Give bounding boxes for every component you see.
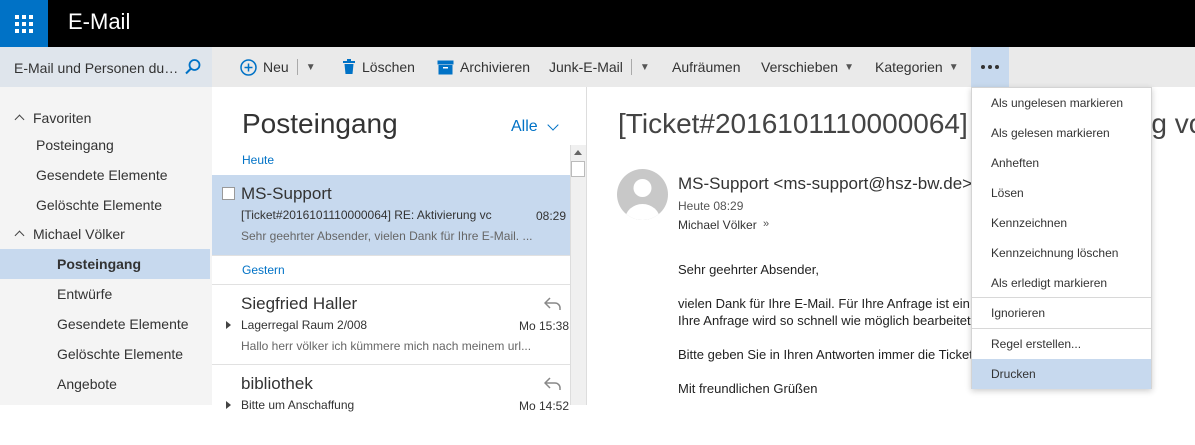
recipient[interactable]: Michael Völker — [678, 218, 757, 232]
chevron-up-icon — [14, 230, 25, 241]
scrollbar-thumb[interactable] — [571, 161, 585, 177]
message-sender: bibliothek — [241, 374, 313, 393]
search-box[interactable]: E-Mail und Personen durchsuchen — [0, 47, 212, 87]
folder-label: Gelöschte Elemente — [57, 346, 184, 362]
folder-label: Entwürfe — [57, 286, 113, 302]
move-button[interactable]: Verschieben ▼ — [761, 47, 854, 87]
folder-item-offers[interactable]: Angebote — [0, 369, 210, 399]
app-title: E-Mail — [68, 9, 131, 34]
menu-item-flag[interactable]: Kennzeichnen — [972, 208, 1151, 238]
account-label: Michael Völker — [33, 226, 125, 242]
scroll-up-arrow[interactable] — [574, 150, 582, 155]
plus-circle-icon — [240, 58, 257, 76]
message-subject: Lagerregal Raum 2/008 — [241, 318, 368, 332]
message-time: Mo 14:52 — [519, 399, 570, 413]
avatar — [617, 169, 668, 220]
account-header[interactable]: Michael Völker — [0, 219, 210, 249]
search-input[interactable]: E-Mail und Personen durchsuchen — [14, 60, 180, 76]
message-subject: Bitte um Anschaffung — [241, 398, 355, 412]
reply-icon — [544, 377, 561, 390]
chevron-up-icon — [14, 114, 25, 125]
menu-item-create-rule[interactable]: Regel erstellen... — [972, 329, 1151, 359]
folder-label: Gesendete Elemente — [36, 167, 168, 183]
folder-item-sent[interactable]: Gesendete Elemente — [0, 309, 210, 339]
sweep-label: Aufräumen — [672, 59, 741, 75]
favorite-item-inbox[interactable]: Posteingang — [0, 130, 210, 160]
ellipsis-icon — [981, 65, 985, 69]
chevron-down-icon: ▼ — [844, 61, 854, 73]
menu-item-unpin[interactable]: Lösen — [972, 178, 1151, 208]
folder-label: Gelöschte Elemente — [36, 197, 163, 213]
chevron-down-icon[interactable]: ▼ — [306, 62, 316, 73]
select-checkbox[interactable] — [222, 187, 235, 200]
junk-label: Junk-E-Mail — [549, 59, 623, 75]
folder-item-deleted[interactable]: Gelöschte Elemente — [0, 339, 210, 369]
expand-thread-icon[interactable] — [226, 401, 231, 409]
categories-button[interactable]: Kategorien ▼ — [875, 47, 959, 87]
folder-label: Posteingang — [36, 137, 114, 153]
favorite-item-sent[interactable]: Gesendete Elemente — [0, 160, 210, 190]
scrollbar[interactable] — [570, 145, 586, 405]
favorites-label: Favoriten — [33, 110, 92, 126]
expand-recipients-icon[interactable]: » — [763, 218, 769, 230]
group-header-yesterday: Gestern — [242, 263, 285, 277]
delete-label: Löschen — [362, 59, 415, 75]
menu-item-print[interactable]: Drucken — [972, 359, 1151, 389]
menu-item-ignore[interactable]: Ignorieren — [972, 298, 1151, 328]
message-date: Heute 08:29 — [678, 199, 744, 213]
message-sender: Siegfried Haller — [241, 294, 358, 313]
junk-button[interactable]: Junk-E-Mail ▼ — [549, 47, 650, 87]
search-icon[interactable] — [184, 58, 202, 76]
folder-item-inbox[interactable]: Posteingang — [0, 249, 210, 279]
person-icon — [625, 179, 660, 220]
top-bar — [0, 0, 1195, 47]
filter-dropdown[interactable]: Alle — [511, 118, 538, 136]
message-preview: Sehr geehrter Absender, vielen Dank für … — [241, 229, 533, 243]
divider — [212, 255, 570, 256]
message-subject: [Ticket#2016101110000064] RE: Aktivierun… — [241, 208, 492, 222]
favorite-item-deleted[interactable]: Gelöschte Elemente — [0, 190, 210, 220]
chevron-down-icon: ▼ — [948, 61, 959, 73]
menu-item-pin[interactable]: Anheften — [972, 148, 1151, 178]
move-label: Verschieben — [761, 59, 839, 75]
reply-icon — [544, 297, 561, 310]
more-actions-button[interactable] — [971, 47, 1009, 87]
categories-label: Kategorien — [875, 59, 943, 75]
sender-address[interactable]: MS-Support <ms-support@hsz-bw.de> — [678, 174, 978, 194]
folder-item-drafts[interactable]: Entwürfe — [0, 279, 210, 309]
menu-item-mark-complete[interactable]: Als erledigt markieren — [972, 268, 1151, 298]
new-button[interactable]: Neu ▼ — [240, 47, 316, 87]
group-header-today: Heute — [242, 153, 275, 167]
sweep-button[interactable]: Aufräumen — [672, 47, 740, 87]
folder-label: Posteingang — [57, 256, 142, 272]
archive-label: Archivieren — [460, 59, 531, 75]
menu-item-mark-read[interactable]: Als gelesen markieren — [972, 118, 1151, 148]
delete-button[interactable]: Löschen — [342, 47, 415, 87]
expand-thread-icon[interactable] — [226, 321, 231, 329]
chevron-down-icon[interactable]: ▼ — [640, 62, 650, 73]
archive-icon — [437, 60, 454, 74]
menu-item-clear-flag[interactable]: Kennzeichnung löschen — [972, 238, 1151, 268]
app-launcher-icon[interactable] — [0, 0, 48, 47]
menu-item-mark-unread[interactable]: Als ungelesen markieren — [972, 88, 1151, 118]
new-label: Neu — [263, 59, 289, 75]
archive-button[interactable]: Archivieren — [437, 47, 530, 87]
message-preview: Hallo herr völker ich kümmere mich nach … — [241, 339, 532, 353]
message-time: Mo 15:38 — [519, 319, 570, 333]
favorites-header[interactable]: Favoriten — [0, 103, 210, 133]
divider — [296, 59, 298, 75]
divider — [630, 59, 632, 75]
message-sender: MS-Support — [241, 184, 332, 203]
trash-icon — [343, 59, 355, 74]
folder-label: Angebote — [57, 376, 117, 392]
folder-label: Gesendete Elemente — [57, 316, 189, 332]
list-title: Posteingang — [242, 108, 398, 139]
message-time: 08:29 — [536, 209, 567, 223]
